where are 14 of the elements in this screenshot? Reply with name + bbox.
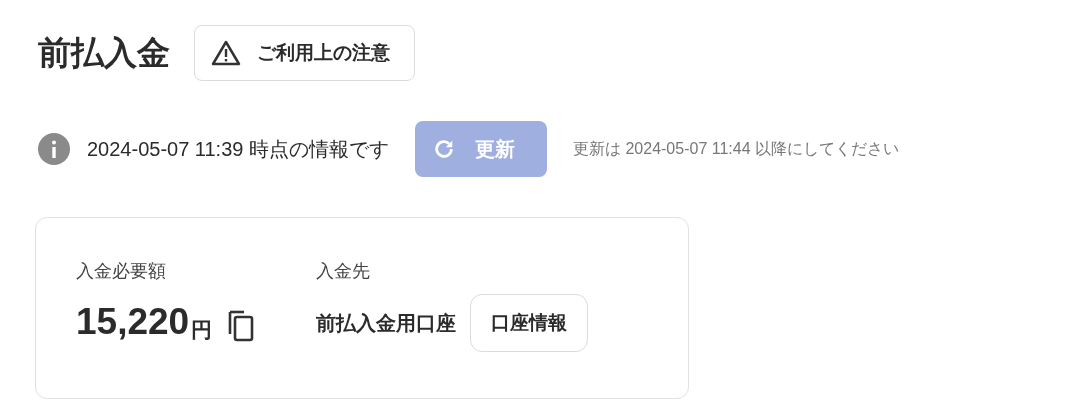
refresh-icon (433, 138, 455, 160)
warning-icon (211, 40, 241, 66)
destination-value: 前払入金用口座 (316, 311, 456, 336)
page-title: 前払入金 (38, 33, 170, 74)
currency-unit: 円 (191, 319, 213, 340)
account-info-button[interactable]: 口座情報 (470, 294, 588, 352)
info-text: 2024-05-07 11:39 時点の情報です (87, 137, 389, 162)
copy-icon[interactable] (228, 310, 255, 342)
refresh-hint: 更新は 2024-05-07 11:44 以降にしてください (573, 139, 899, 159)
amount-label: 入金必要額 (76, 260, 167, 283)
notice-button[interactable]: ご利用上の注意 (194, 25, 415, 81)
info-icon (38, 133, 70, 165)
amount-value: 15,220 (76, 303, 190, 340)
destination-label: 入金先 (316, 260, 371, 283)
